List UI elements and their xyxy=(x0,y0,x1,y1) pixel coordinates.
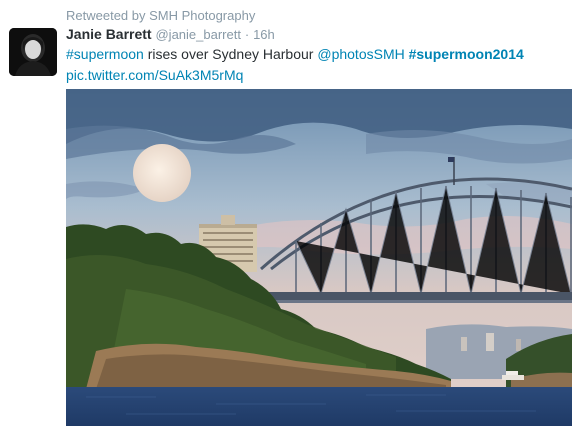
avatar[interactable] xyxy=(9,28,57,76)
mention-photossmh[interactable]: @photosSMH xyxy=(317,46,404,62)
harbour-bridge-image xyxy=(66,89,572,426)
tweet-timestamp[interactable]: 16h xyxy=(253,27,275,42)
retweeted-by-label: Retweeted by SMH Photography xyxy=(66,8,256,23)
hashtag-supermoon[interactable]: #supermoon xyxy=(66,46,144,62)
hashtag-supermoon2014[interactable]: #supermoon2014 xyxy=(409,46,524,62)
separator: · xyxy=(244,27,250,42)
tweet-text: #supermoon rises over Sydney Harbour @ph… xyxy=(66,44,566,86)
author-handle[interactable]: @janie_barrett xyxy=(155,27,240,42)
tweet-header: Janie Barrett @janie_barrett · 16h xyxy=(66,26,275,42)
avatar-image xyxy=(9,28,57,76)
retweet-context[interactable]: Retweeted by SMH Photography xyxy=(66,8,255,23)
tweet-photo[interactable] xyxy=(66,89,572,426)
pic-link[interactable]: pic.twitter.com/SuAk3M5rMq xyxy=(66,67,243,83)
author-name[interactable]: Janie Barrett xyxy=(66,26,152,42)
tweet-body: rises over Sydney Harbour xyxy=(143,46,318,62)
